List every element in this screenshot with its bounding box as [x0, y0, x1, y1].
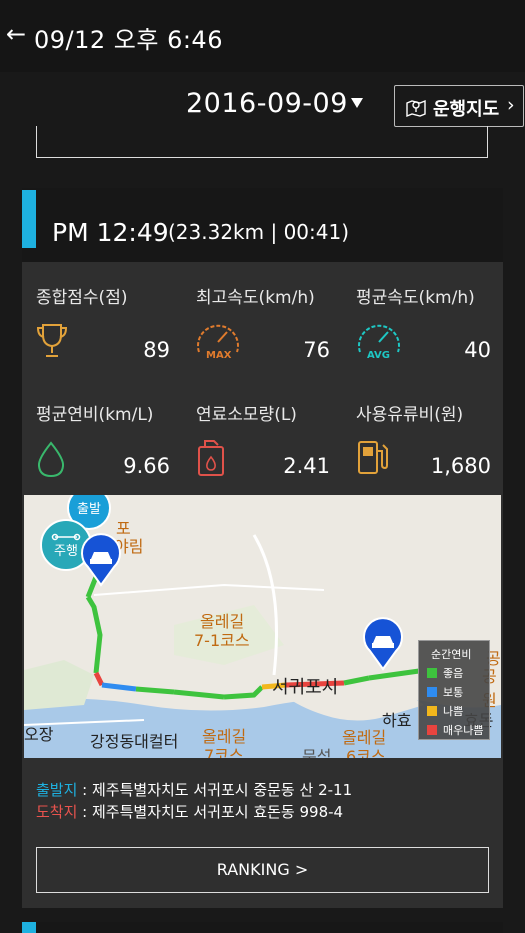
route-map[interactable]: 올레길 7-1코스 서귀포시 강정동대컬터 올레길 7코스 올레길 6코스 문섬… [24, 495, 501, 758]
map-pin-icon [406, 99, 426, 118]
page-title: 09/12 오후 6:46 [34, 26, 223, 54]
legend-label-good: 좋음 [443, 667, 464, 680]
trip-card: PM 12:49 (23.32km | 00:41) 종합점수(점) 최고속도(… [22, 188, 503, 908]
legend-item-normal: 보통 [427, 684, 463, 700]
previous-card-button[interactable] [36, 126, 488, 158]
legend-item-good: 좋음 [427, 665, 463, 681]
top-bar: ← 09/12 오후 6:46 [0, 0, 525, 72]
trip-summary: (23.32km | 00:41) [168, 220, 350, 244]
legend-label-bad: 나쁨 [443, 705, 464, 718]
car-start-marker-icon[interactable] [80, 533, 122, 587]
avg-gauge-text: AVG [367, 350, 390, 361]
arrow-left-icon[interactable]: ← [6, 20, 26, 48]
legend-item-very-bad: 매우나쁨 [427, 722, 483, 738]
map-label-olle-2b: 7코스 [204, 746, 244, 758]
stat-value-score: 89 [143, 338, 170, 362]
departure-address: 출발지 : 제주특별자치도 서귀포시 중문동 산 2-11 [36, 779, 352, 800]
legend-item-bad: 나쁨 [427, 703, 463, 719]
drop-icon [37, 441, 65, 478]
legend-label-very-bad: 매우나쁨 [443, 724, 484, 737]
fuel-can-icon [198, 440, 224, 476]
ranking-button[interactable]: RANKING > [36, 847, 489, 893]
trophy-icon [36, 324, 68, 357]
fuel-pump-icon [358, 441, 388, 474]
departure-value: : 제주특별자치도 서귀포시 중문동 산 2-11 [77, 781, 353, 799]
map-label-olle-1b: 7-1코스 [194, 631, 250, 650]
date-selector[interactable]: 2016-09-09 [186, 88, 348, 119]
map-label-olle-3b: 6코스 [346, 747, 386, 758]
map-button[interactable]: 운행지도 › [394, 85, 524, 127]
trip-time: PM 12:49 [52, 218, 169, 247]
map-label-ojang: 오장 [24, 725, 54, 744]
map-label-munseom: 문섬 [302, 747, 332, 758]
arrival-key: 도착지 [36, 803, 78, 821]
avg-gauge-icon: AVG [358, 324, 400, 361]
stat-value-avg-fuel-economy: 9.66 [123, 454, 170, 478]
arrival-address: 도착지 : 제주특별자치도 서귀포시 효돈동 998-4 [36, 801, 343, 822]
stat-label-avg-fuel-economy: 평균연비(km/L) [36, 405, 154, 425]
car-end-marker-icon[interactable] [362, 617, 404, 671]
chevron-right-icon: › [507, 94, 515, 116]
legend-swatch-good [427, 668, 437, 678]
arrival-value: : 제주특별자치도 서귀포시 효돈동 998-4 [77, 803, 344, 821]
trip-header: PM 12:49 (23.32km | 00:41) [22, 188, 503, 262]
date-selector-row: 2016-09-09 운행지도 › [0, 80, 525, 132]
map-button-label: 운행지도 [433, 99, 500, 120]
stat-label-max-speed: 최고속도(km/h) [196, 288, 315, 308]
max-gauge-icon: MAX [197, 324, 239, 361]
map-label-gangjeong: 강정동대컬터 [90, 732, 179, 751]
fuel-legend: 순간연비 좋음 보통 나쁨 매우나쁨 [418, 640, 490, 740]
legend-title: 순간연비 [431, 648, 472, 661]
map-label-seogwipo: 서귀포시 [272, 677, 339, 698]
stat-label-avg-speed: 평균속도(km/h) [356, 288, 475, 308]
accent-bar [22, 190, 36, 248]
legend-swatch-normal [427, 687, 437, 697]
start-badge-text: 출발 [77, 502, 101, 517]
stat-label-score: 종합점수(점) [36, 288, 128, 308]
stat-value-fuel-consumption: 2.41 [283, 454, 330, 478]
map-label-hahyo: 하효 [382, 711, 412, 730]
legend-label-normal: 보통 [443, 686, 464, 699]
legend-swatch-bad [427, 706, 437, 716]
stat-value-avg-speed: 40 [464, 338, 491, 362]
drive-badge-text: 주행 [54, 543, 78, 559]
chevron-down-icon[interactable] [351, 98, 363, 108]
stat-value-max-speed: 76 [303, 338, 330, 362]
legend-swatch-very-bad [427, 725, 437, 735]
stat-label-fuel-cost: 사용유류비(원) [356, 405, 464, 425]
next-trip-card[interactable] [22, 922, 503, 933]
departure-key: 출발지 [36, 781, 78, 799]
stat-label-fuel-consumption: 연료소모량(L) [196, 405, 297, 425]
next-accent-bar [22, 922, 36, 933]
max-gauge-text: MAX [206, 350, 232, 361]
stat-value-fuel-cost: 1,680 [430, 454, 491, 478]
